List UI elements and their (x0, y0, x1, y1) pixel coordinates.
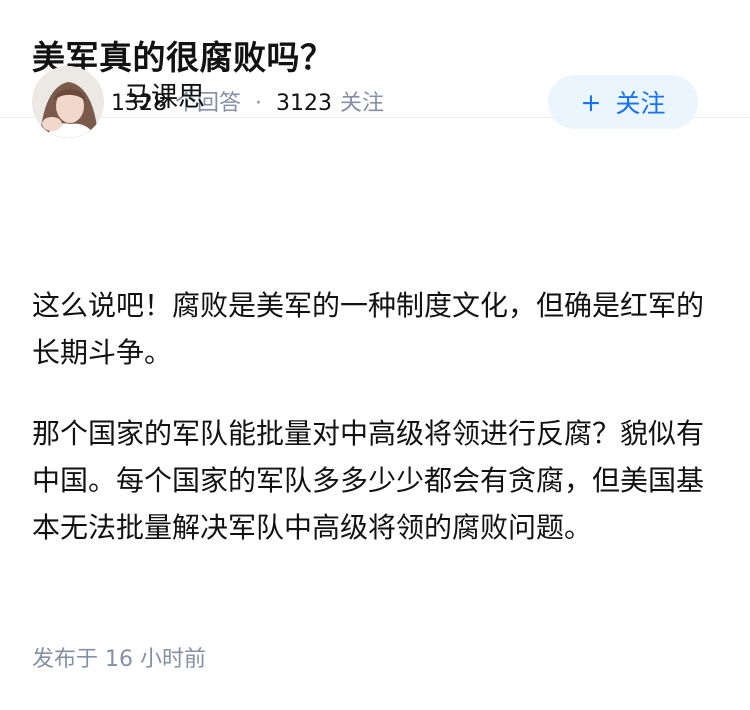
plus-icon: + (580, 87, 602, 117)
follower-count: 3123 (276, 91, 333, 116)
publish-time: 发布于 16 小时前 (32, 644, 206, 676)
answer-paragraph: 那个国家的军队能批量对中高级将领进行反腐？貌似有中国。每个国家的军队多多少少都会… (32, 417, 705, 544)
publish-label: 发布于 (32, 647, 99, 672)
user-avatar-photo-icon (32, 66, 104, 138)
author-name[interactable]: 马课思 (124, 80, 205, 116)
avatar[interactable] (32, 66, 104, 138)
publish-time-value: 16 小时前 (105, 647, 207, 672)
follow-button-label: 关注 (615, 89, 666, 118)
follow-button[interactable]: + 关注 (548, 75, 698, 129)
follower-count-label: 关注 (340, 91, 385, 116)
answer-content[interactable]: 这么说吧！腐败是美军的一种制度文化，但确是红军的长期斗争。 那个国家的军队能批量… (32, 282, 712, 551)
meta-separator: · (255, 91, 263, 116)
answer-paragraph: 这么说吧！腐败是美军的一种制度文化，但确是红军的长期斗争。 (32, 289, 705, 369)
